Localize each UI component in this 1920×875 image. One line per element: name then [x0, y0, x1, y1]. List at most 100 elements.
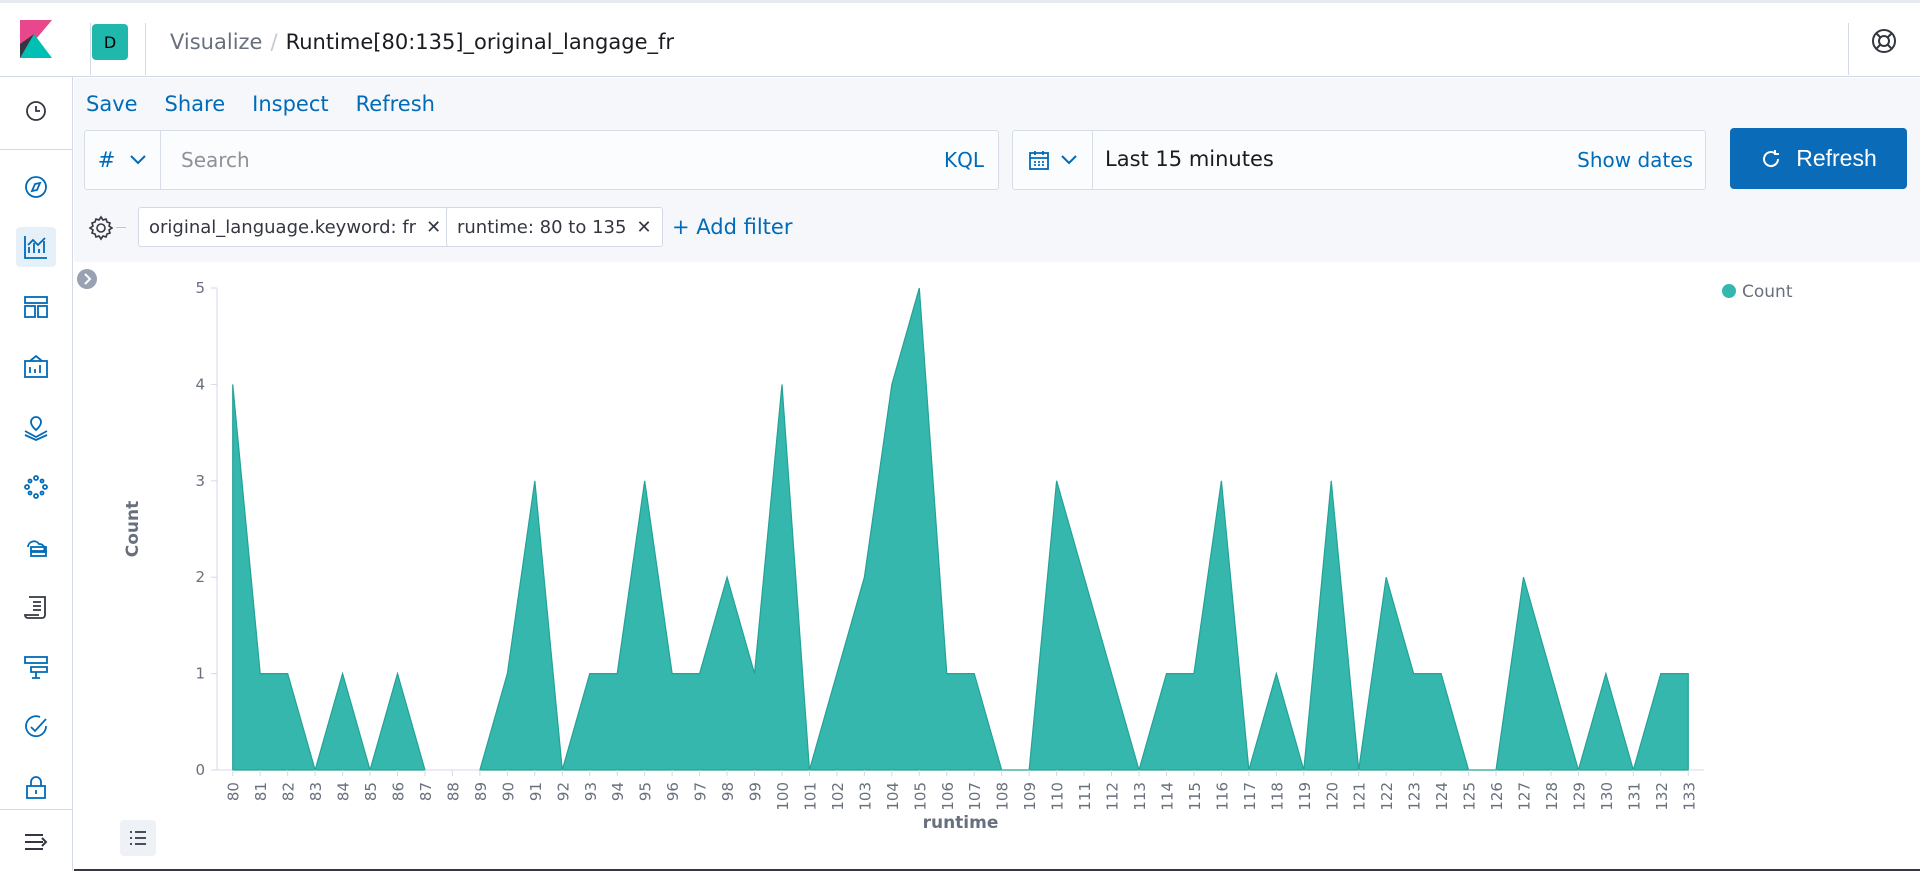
- x-tick-label: 103: [856, 782, 874, 811]
- apm-icon[interactable]: [16, 647, 56, 687]
- close-icon[interactable]: ✕: [636, 217, 651, 238]
- kibana-logo-icon[interactable]: [20, 20, 52, 58]
- data-point: [1385, 576, 1388, 579]
- x-tick-label: 116: [1213, 782, 1231, 811]
- x-tick-label: 120: [1323, 782, 1341, 811]
- x-tick-label: 85: [362, 782, 380, 801]
- data-point: [1220, 479, 1223, 482]
- data-point: [259, 672, 262, 675]
- ml-icon[interactable]: [16, 467, 56, 507]
- data-point: [1604, 672, 1607, 675]
- x-tick-label: 114: [1158, 782, 1176, 811]
- x-tick-label: 101: [801, 782, 819, 811]
- breadcrumb-current: Runtime[80:135]_original_langage_fr: [285, 30, 675, 54]
- x-tick-label: 97: [692, 782, 710, 801]
- x-tick-label: 133: [1680, 782, 1698, 811]
- x-tick-label: 115: [1186, 782, 1204, 811]
- x-tick-label: 110: [1049, 782, 1067, 811]
- data-point: [945, 672, 948, 675]
- y-tick-label: 2: [195, 568, 205, 586]
- add-filter-button[interactable]: + Add filter: [672, 215, 792, 239]
- maps-icon[interactable]: [16, 407, 56, 447]
- data-point: [726, 576, 729, 579]
- app-header: D Visualize / Runtime[80:135]_original_lan…: [0, 0, 1920, 77]
- data-point: [314, 769, 317, 772]
- share-button[interactable]: Share: [165, 92, 226, 116]
- canvas-icon[interactable]: [16, 347, 56, 387]
- refresh-button[interactable]: Refresh: [1730, 128, 1907, 189]
- logs-icon[interactable]: [16, 587, 56, 627]
- data-point: [1055, 479, 1058, 482]
- data-point: [1440, 672, 1443, 675]
- x-tick-label: 108: [994, 782, 1012, 811]
- data-point: [1412, 672, 1415, 675]
- visualize-icon[interactable]: [16, 227, 56, 267]
- y-tick-label: 4: [195, 375, 205, 393]
- x-tick-label: 131: [1625, 782, 1643, 811]
- x-tick-label: 112: [1104, 782, 1122, 811]
- data-point: [808, 769, 811, 772]
- x-tick-label: 99: [747, 782, 765, 801]
- saved-query-button[interactable]: #: [85, 131, 161, 189]
- x-tick-label: 84: [335, 782, 353, 801]
- filter-bar: original_language.keyword: fr ✕ runtime:…: [74, 203, 1920, 253]
- security-icon[interactable]: [16, 767, 56, 807]
- data-point: [1000, 769, 1003, 772]
- data-point: [1577, 769, 1580, 772]
- save-button[interactable]: Save: [86, 92, 138, 116]
- x-tick-label: 94: [609, 782, 627, 801]
- infrastructure-icon[interactable]: [16, 527, 56, 567]
- legend-label-count[interactable]: Count: [1742, 282, 1793, 302]
- y-tick-label: 5: [195, 279, 205, 297]
- x-tick-label: 122: [1378, 782, 1396, 811]
- data-point: [1165, 672, 1168, 675]
- space-avatar[interactable]: D: [92, 24, 128, 60]
- area-chart: 01234580 81 82 83 84 85 86 87 88 89 90 91 92 93 94 95 96…: [123, 279, 1793, 833]
- visualization-panel: 0 1 2 3 4 5 80 81 82 83 84 85 86 87 88 89 90 91 92 93 94 95 96…: [108, 262, 1920, 871]
- query-bar: # KQL: [84, 130, 999, 190]
- show-dates-button[interactable]: Show dates: [1577, 148, 1693, 172]
- x-tick-label: 109: [1021, 782, 1039, 811]
- data-point: [1247, 769, 1250, 772]
- uptime-icon[interactable]: [16, 707, 56, 747]
- nav-collapse-icon[interactable]: [16, 822, 56, 862]
- breadcrumb: Visualize / Runtime[80:135]_original_langa…: [170, 27, 674, 57]
- data-point: [588, 672, 591, 675]
- recently-viewed-icon[interactable]: [16, 91, 56, 131]
- data-point: [1192, 672, 1195, 675]
- legend-list-button[interactable]: [120, 820, 156, 856]
- data-point: [918, 287, 921, 290]
- data-point: [341, 672, 344, 675]
- inspect-button[interactable]: Inspect: [252, 92, 328, 116]
- time-range-label[interactable]: Last 15 minutes: [1105, 147, 1274, 171]
- search-input[interactable]: [163, 131, 903, 189]
- filter-label: runtime: 80 to 135: [457, 216, 627, 238]
- chevron-right-icon[interactable]: [76, 268, 98, 290]
- data-point: [533, 479, 536, 482]
- data-point: [561, 769, 564, 772]
- legend-dot: [1722, 284, 1736, 298]
- data-point: [1028, 769, 1031, 772]
- data-point: [1549, 672, 1552, 675]
- gear-icon[interactable]: [88, 215, 114, 241]
- help-icon[interactable]: [1870, 27, 1898, 55]
- data-point: [1138, 769, 1141, 772]
- filter-pill[interactable]: original_language.keyword: fr ✕: [138, 207, 453, 247]
- hash-icon: #: [97, 148, 116, 172]
- side-nav: [0, 77, 73, 871]
- refresh-menu-button[interactable]: Refresh: [356, 92, 435, 116]
- main-content: Save Share Inspect Refresh # KQL Last 15…: [74, 78, 1920, 871]
- refresh-icon: [1763, 149, 1780, 167]
- query-language-toggle[interactable]: KQL: [944, 148, 984, 172]
- x-tick-label: 93: [582, 782, 600, 801]
- close-icon[interactable]: ✕: [426, 217, 441, 238]
- data-point: [616, 672, 619, 675]
- calendar-icon: [1028, 151, 1049, 170]
- filter-pill[interactable]: runtime: 80 to 135 ✕: [446, 207, 663, 247]
- breadcrumb-visualize[interactable]: Visualize: [170, 30, 262, 54]
- quick-select-button[interactable]: [1013, 131, 1093, 189]
- dashboard-icon[interactable]: [16, 287, 56, 327]
- x-tick-label: 83: [307, 782, 325, 801]
- query-toolbar: Save Share Inspect Refresh # KQL Last 15…: [74, 78, 1920, 262]
- discover-icon[interactable]: [16, 167, 56, 207]
